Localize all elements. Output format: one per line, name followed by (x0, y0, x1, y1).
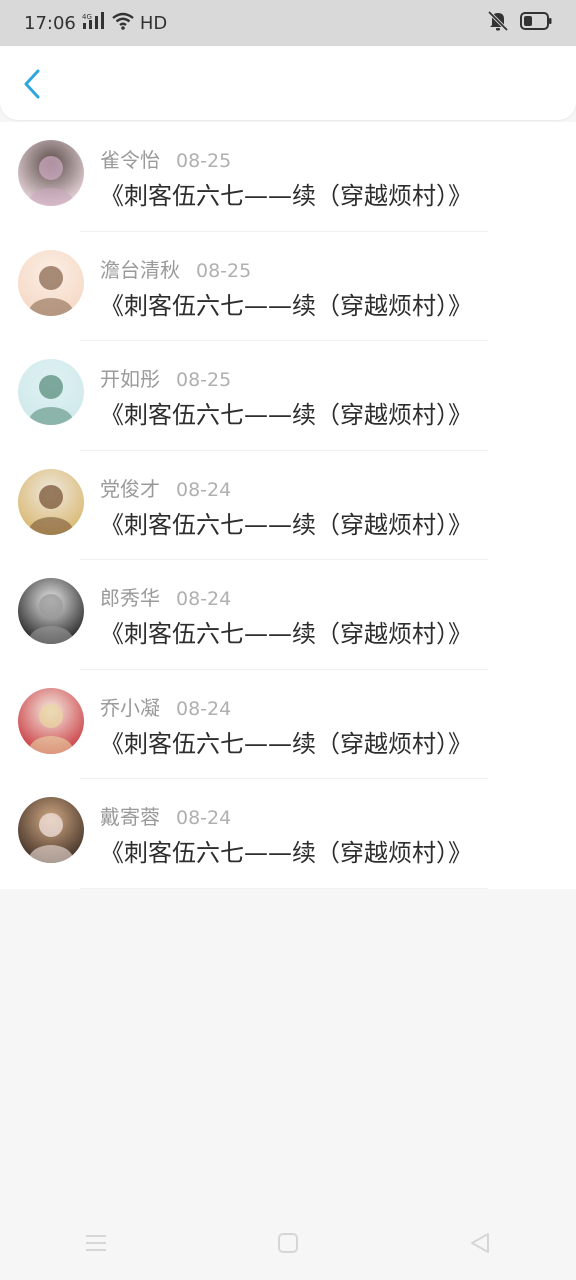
comment-title[interactable]: 《刺客伍六七——续（穿越烦村）》 (100, 286, 472, 321)
comment-list: 雀令怡 08-25 《刺客伍六七——续（穿越烦村）》 澹台清秋 08-25 《刺… (0, 122, 576, 889)
commenter-name[interactable]: 雀令怡 (100, 144, 160, 173)
silent-bell-icon (486, 10, 510, 37)
comment-date: 08-24 (176, 807, 232, 829)
status-right (486, 10, 552, 37)
commenter-name[interactable]: 党俊才 (100, 473, 160, 502)
name-line: 党俊才 08-24 (100, 473, 231, 502)
comment-title[interactable]: 《刺客伍六七——续（穿越烦村）》 (100, 176, 472, 211)
status-left: 17:06 4G HD (24, 11, 167, 36)
comment-title[interactable]: 《刺客伍六七——续（穿越烦村）》 (100, 614, 472, 649)
comment-title[interactable]: 《刺客伍六七——续（穿越烦村）》 (100, 395, 472, 430)
comment-item[interactable]: 开如彤 08-25 《刺客伍六七——续（穿越烦村）》 (0, 341, 576, 451)
divider (80, 887, 488, 889)
comment-item[interactable]: 澹台清秋 08-25 《刺客伍六七——续（穿越烦村）》 (0, 232, 576, 341)
menu-icon (84, 1233, 108, 1257)
avatar[interactable] (18, 468, 84, 535)
avatar[interactable] (18, 249, 84, 316)
comment-date: 08-25 (176, 369, 232, 391)
comment-item[interactable]: 党俊才 08-24 《刺客伍六七——续（穿越烦村）》 (0, 451, 576, 560)
name-line: 雀令怡 08-25 (100, 144, 231, 173)
avatar[interactable] (18, 140, 84, 206)
back-button[interactable] (18, 68, 46, 104)
back-triangle-icon (468, 1231, 492, 1259)
avatar[interactable] (18, 359, 84, 425)
comment-item[interactable]: 雀令怡 08-25 《刺客伍六七——续（穿越烦村）》 (0, 122, 576, 232)
name-line: 乔小凝 08-24 (100, 692, 231, 721)
commenter-name[interactable]: 郎秀华 (100, 582, 160, 611)
chevron-left-icon (23, 69, 41, 103)
signal-icon: 4G (82, 11, 106, 36)
comment-date: 08-25 (196, 259, 252, 282)
home-button[interactable] (268, 1225, 308, 1265)
comment-title[interactable]: 《刺客伍六七——续（穿越烦村）》 (100, 833, 472, 868)
comment-title[interactable]: 《刺客伍六七——续（穿越烦村）》 (100, 505, 472, 540)
wifi-icon (112, 12, 134, 35)
avatar[interactable] (18, 578, 84, 644)
commenter-name[interactable]: 乔小凝 (100, 692, 160, 721)
status-bar: 17:06 4G HD (0, 0, 576, 46)
commenter-name[interactable]: 澹台清秋 (100, 254, 180, 283)
comment-item[interactable]: 乔小凝 08-24 《刺客伍六七——续（穿越烦村）》 (0, 670, 576, 779)
menu-button[interactable] (76, 1225, 116, 1265)
name-line: 开如彤 08-25 (100, 363, 231, 392)
commenter-name[interactable]: 开如彤 (100, 363, 160, 392)
comment-item[interactable]: 郎秀华 08-24 《刺客伍六七——续（穿越烦村）》 (0, 560, 576, 670)
avatar[interactable] (18, 687, 84, 754)
battery-icon (520, 11, 552, 35)
avatar[interactable] (18, 797, 84, 863)
status-time: 17:06 (24, 12, 76, 34)
comment-date: 08-24 (176, 588, 232, 610)
comment-item[interactable]: 戴寄蓉 08-24 《刺客伍六七——续（穿越烦村）》 (0, 779, 576, 889)
network-type: 4G (82, 13, 92, 21)
header-bar (0, 46, 576, 120)
system-nav-bar (0, 1210, 576, 1280)
commenter-name[interactable]: 戴寄蓉 (100, 801, 160, 830)
comment-date: 08-24 (176, 478, 232, 501)
comment-date: 08-25 (176, 150, 232, 172)
home-square-icon (276, 1231, 300, 1259)
hd-label: HD (139, 12, 168, 34)
comment-date: 08-24 (176, 697, 232, 720)
name-line: 澹台清秋 08-25 (100, 254, 251, 283)
back-nav-button[interactable] (460, 1225, 500, 1265)
comment-title[interactable]: 《刺客伍六七——续（穿越烦村）》 (100, 724, 472, 759)
name-line: 郎秀华 08-24 (100, 582, 231, 611)
name-line: 戴寄蓉 08-24 (100, 801, 231, 830)
